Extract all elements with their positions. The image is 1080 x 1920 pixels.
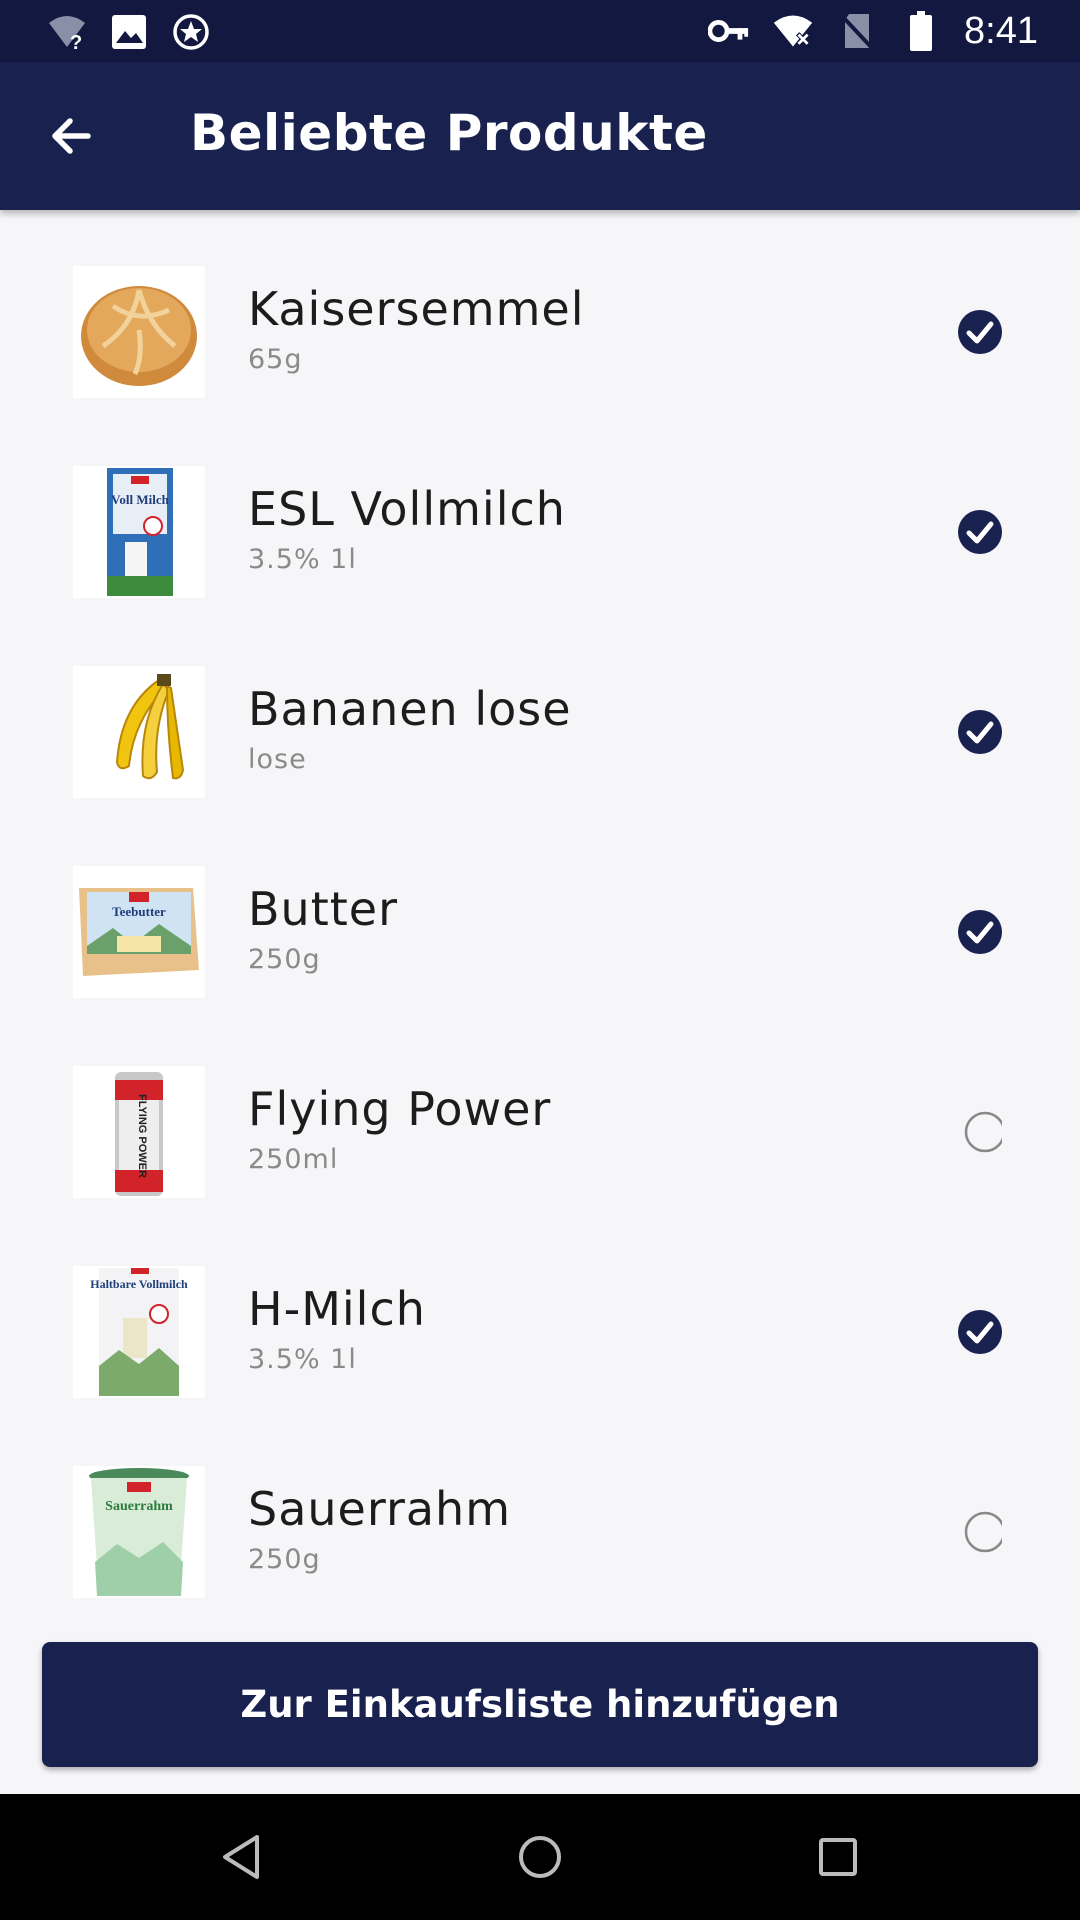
key-icon: [708, 10, 750, 52]
arrow-left-icon: [52, 118, 91, 154]
recents-square-icon: [819, 1838, 857, 1876]
milk-label-1: Voll Milch: [111, 492, 169, 507]
checkbox-checked[interactable]: [958, 1310, 1002, 1354]
product-name: Bananen lose: [248, 682, 572, 736]
list-item[interactable]: Haltbare Vollmilch H-Milch 3.5% 1l: [0, 1210, 1080, 1410]
checkbox-checked[interactable]: [958, 310, 1002, 354]
back-triangle-icon: [223, 1835, 259, 1879]
checkbox-checked[interactable]: [958, 510, 1002, 554]
product-image: Haltbare Vollmilch: [73, 1266, 205, 1398]
product-detail: 250g: [248, 944, 321, 975]
battery-icon: [900, 10, 942, 52]
list-item[interactable]: Bananen lose lose: [0, 610, 1080, 810]
can-label: FLYING POWER: [136, 1094, 148, 1178]
nav-back-button[interactable]: [206, 1822, 276, 1892]
nav-recents-button[interactable]: [803, 1822, 873, 1892]
checkbox-unchecked[interactable]: [958, 1110, 1002, 1154]
checkbox-checked[interactable]: [958, 910, 1002, 954]
status-time: 8:41: [964, 10, 1038, 52]
no-sim-icon: [836, 10, 878, 52]
butter-label: Teebutter: [112, 904, 166, 919]
page-title: Beliebte Produkte: [190, 104, 708, 162]
list-item[interactable]: Kaisersemmel 65g: [0, 210, 1080, 410]
product-detail: 250g: [248, 1544, 321, 1575]
product-name: Butter: [248, 882, 398, 936]
product-image: Teebutter: [73, 866, 205, 998]
status-bar: ? 8:41: [0, 0, 1080, 62]
app-bar: Beliebte Produkte: [0, 62, 1080, 210]
home-circle-icon: [519, 1836, 561, 1878]
wifi-unknown-icon: ?: [46, 11, 88, 53]
checkbox-unchecked[interactable]: [958, 1510, 1002, 1554]
product-image: Voll Milch: [73, 466, 205, 598]
product-image: Sauerrahm: [73, 1466, 205, 1598]
product-image: FLYING POWER: [73, 1066, 205, 1198]
product-detail: 3.5% 1l: [248, 544, 357, 575]
product-detail: 250ml: [248, 1144, 339, 1175]
product-name: Sauerrahm: [248, 1482, 512, 1536]
product-detail: 65g: [248, 344, 303, 375]
checkbox-checked[interactable]: [958, 710, 1002, 754]
product-list: Kaisersemmel 65g Voll Milch ESL Vollmilc…: [0, 210, 1080, 1600]
star-badge-icon: [170, 11, 212, 53]
list-item[interactable]: Sauerrahm Sauerrahm 250g: [0, 1410, 1080, 1600]
system-nav-bar: [0, 1794, 1080, 1920]
add-to-shopping-list-button[interactable]: Zur Einkaufsliste hinzufügen: [42, 1642, 1038, 1767]
image-icon: [108, 11, 150, 53]
product-name: Flying Power: [248, 1082, 552, 1136]
list-item[interactable]: Teebutter Butter 250g: [0, 810, 1080, 1010]
product-detail: 3.5% 1l: [248, 1344, 357, 1375]
list-item[interactable]: Voll Milch ESL Vollmilch 3.5% 1l: [0, 410, 1080, 610]
product-name: ESL Vollmilch: [248, 482, 566, 536]
svg-text:?: ?: [70, 32, 82, 53]
product-name: Kaisersemmel: [248, 282, 585, 336]
back-button[interactable]: [36, 100, 108, 172]
product-image: [73, 666, 205, 798]
product-image: [73, 266, 205, 398]
sauerrahm-label: Sauerrahm: [105, 1499, 173, 1514]
product-detail: lose: [248, 744, 307, 775]
wifi-icon: [772, 10, 814, 52]
list-item[interactable]: FLYING POWER Flying Power 250ml: [0, 1010, 1080, 1210]
nav-home-button[interactable]: [505, 1822, 575, 1892]
product-name: H-Milch: [248, 1282, 426, 1336]
hmilch-label: Haltbare Vollmilch: [90, 1277, 188, 1291]
